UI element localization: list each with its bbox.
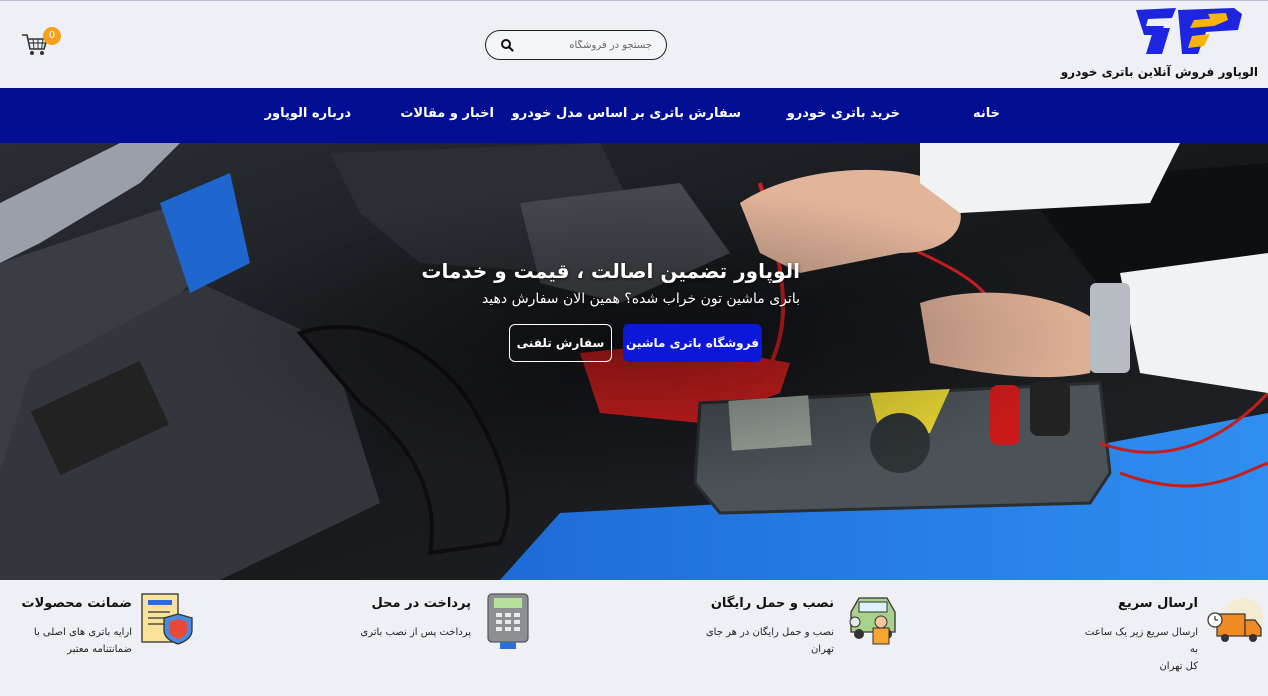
feature-desc-line: ارایه باتری های اصلی با [33, 627, 132, 638]
feature-title: پرداخت در محل [371, 596, 471, 611]
hero-banner: الوپاور تضمین اصالت ، قیمت و خدمات باتری… [0, 143, 1268, 580]
search-box [485, 30, 667, 60]
car-mechanic-icon [849, 597, 896, 645]
search-input[interactable] [522, 37, 652, 54]
nav-item-buy-battery[interactable]: خرید باتری خودرو [787, 106, 900, 121]
feature-desc-line: ارسال سریع زیر یک ساعت به [1084, 627, 1198, 655]
feature-desc-line: تهران [810, 644, 834, 655]
feature-desc-line: نصب و حمل رایگان در هر جای [705, 627, 834, 638]
nav-item-order-by-model[interactable]: سفارش باتری بر اساس مدل خودرو [512, 106, 741, 121]
search-icon[interactable] [500, 38, 514, 52]
delivery-truck-icon [1207, 598, 1263, 642]
nav-item-news[interactable]: اخبار و مقالات [400, 106, 494, 121]
feature-desc-line: کل تهران [1159, 661, 1198, 672]
feature-desc: پرداخت پس از نصب باتری [360, 624, 471, 641]
pos-terminal-icon [487, 593, 529, 649]
nav-item-about[interactable]: درباره الوپاور [265, 106, 351, 121]
phone-order-button[interactable]: سفارش تلفنی [509, 324, 612, 362]
hero-subtitle: باتری ماشین تون خراب شده؟ همین الان سفار… [481, 291, 800, 307]
hero-title: الوپاور تضمین اصالت ، قیمت و خدمات [421, 259, 800, 283]
features-strip: ارسال سریع ارسال سریع زیر یک ساعت به کل … [0, 580, 1268, 696]
feature-title: ضمانت محصولات [21, 596, 132, 611]
feature-pay-on-site: پرداخت در محل پرداخت پس از نصب باتری [360, 592, 532, 682]
feature-warranty: ضمانت محصولات ارایه باتری های اصلی با ضم… [22, 592, 198, 682]
warranty-shield-icon [141, 593, 193, 645]
battery-shop-button[interactable]: فروشگاه باتری ماشین [623, 324, 762, 362]
nav-item-home[interactable]: خانه [973, 106, 1000, 121]
alopower-logo[interactable] [1134, 6, 1246, 58]
main-nav: خانه خرید باتری خودرو سفارش باتری بر اسا… [0, 88, 1268, 143]
feature-free-install: نصب و حمل رایگان نصب و حمل رایگان در هر … [705, 592, 900, 682]
feature-fast-delivery: ارسال سریع ارسال سریع زیر یک ساعت به کل … [1075, 592, 1265, 682]
site-tagline: الوپاور فروش آنلاین باتری خودرو [1060, 65, 1258, 79]
feature-title: ارسال سریع [1117, 596, 1198, 611]
cart-count-badge: 0 [43, 27, 61, 45]
feature-desc-line: ضمانتنامه معتبر [67, 644, 132, 655]
feature-desc: نصب و حمل رایگان در هر جای تهران [706, 624, 834, 658]
feature-desc-line: پرداخت پس از نصب باتری [360, 627, 471, 638]
feature-desc: ارایه باتری های اصلی با ضمانتنامه معتبر [34, 624, 132, 658]
site-header: الوپاور فروش آنلاین باتری خودرو 0 [0, 0, 1268, 88]
feature-title: نصب و حمل رایگان [710, 596, 834, 611]
feature-desc: ارسال سریع زیر یک ساعت به کل تهران [1075, 624, 1198, 675]
